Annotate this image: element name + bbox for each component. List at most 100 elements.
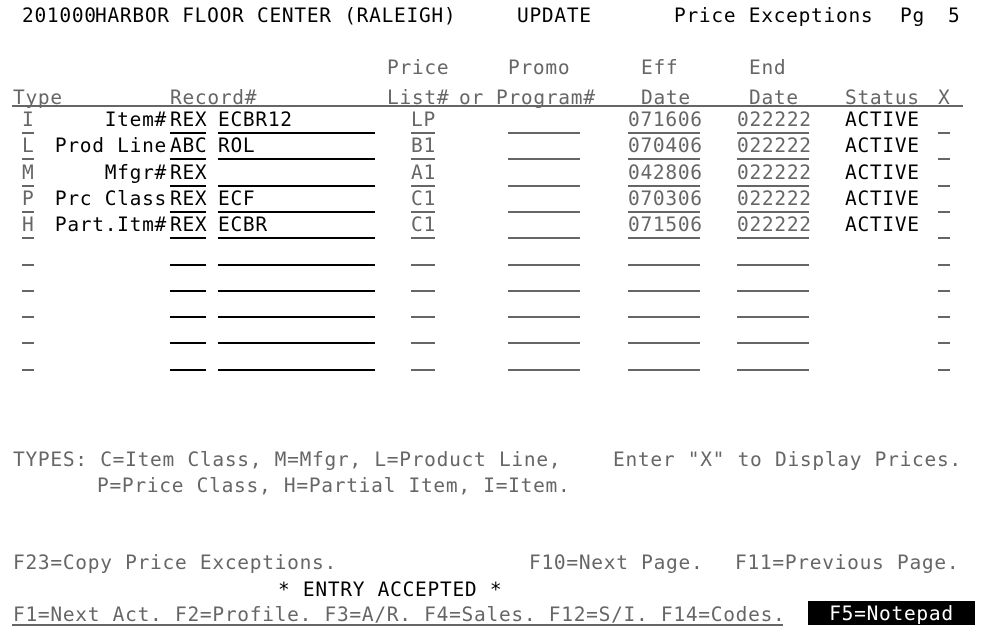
row-4-record-input[interactable]: ECBR xyxy=(218,215,268,235)
row-8-end-date-rule xyxy=(737,342,809,345)
status-message: * ENTRY ACCEPTED * xyxy=(278,578,503,601)
column-header-end: End xyxy=(749,56,787,79)
row-8-promo-rule xyxy=(508,342,580,345)
row-6-promo-rule xyxy=(508,289,580,292)
row-1-type-rule xyxy=(22,158,34,161)
row-4-prefix-input[interactable]: REX xyxy=(170,215,207,235)
page-number: 5 xyxy=(948,4,961,27)
row-4-price-list-input[interactable]: C1 xyxy=(411,215,436,235)
screen-id: 201000 xyxy=(22,4,97,27)
row-1-select-x-rule xyxy=(938,158,950,161)
row-8-type-rule xyxy=(22,342,34,345)
row-1-eff-date-rule xyxy=(628,158,700,161)
row-6-end-date-rule xyxy=(737,289,809,292)
fkey-f5-notepad-button[interactable]: F5=Notepad xyxy=(808,601,975,625)
row-7-prefix-rule xyxy=(170,316,206,319)
row-3-type-label: Prc Class xyxy=(54,186,167,210)
row-2-type-label: Mfgr# xyxy=(104,160,167,184)
row-1-promo-rule xyxy=(508,158,580,161)
row-1-status-badge: ACTIVE xyxy=(845,134,920,158)
row-8-select-x-rule xyxy=(938,342,950,345)
row-9-record-rule xyxy=(218,368,375,371)
row-7-eff-date-rule xyxy=(628,316,700,319)
row-3-eff-date-input[interactable]: 070306 xyxy=(628,188,703,209)
row-8-prefix-rule xyxy=(170,342,206,345)
row-0-type-label: Item# xyxy=(104,108,167,131)
row-5-type-rule xyxy=(22,263,34,266)
row-2-type-input[interactable]: M xyxy=(22,162,34,183)
row-4-select-x-rule xyxy=(938,237,950,240)
types-legend-line2: P=Price Class, H=Partial Item, I=Item. xyxy=(97,474,571,497)
row-3-record-input[interactable]: ECF xyxy=(218,188,255,209)
column-header-eff: Eff xyxy=(641,56,679,79)
row-8-eff-date-rule xyxy=(628,342,700,345)
row-0-prefix-input[interactable]: REX xyxy=(170,110,207,130)
row-0-eff-date-input[interactable]: 071606 xyxy=(628,110,703,130)
row-4-prefix-rule xyxy=(170,237,206,240)
row-3-select-x-rule xyxy=(938,210,950,213)
row-7-select-x-rule xyxy=(938,316,950,319)
company-name: HARBOR FLOOR CENTER (RALEIGH) xyxy=(95,4,457,27)
row-8-price-list-rule xyxy=(411,342,435,345)
row-4-record-rule xyxy=(218,237,375,240)
row-1-type-input[interactable]: L xyxy=(22,136,34,156)
page-title: Price Exceptions xyxy=(674,4,874,27)
row-2-eff-date-input[interactable]: 042806 xyxy=(628,162,703,183)
row-0-type-input[interactable]: I xyxy=(22,110,34,130)
row-1-eff-date-input[interactable]: 070406 xyxy=(628,136,703,156)
mode-indicator: UPDATE xyxy=(517,4,592,27)
row-4-end-date-input[interactable]: 022222 xyxy=(737,215,812,235)
row-9-type-rule xyxy=(22,368,34,371)
row-6-select-x-rule xyxy=(938,289,950,292)
row-0-end-date-input[interactable]: 022222 xyxy=(737,110,812,130)
row-2-end-date-input[interactable]: 022222 xyxy=(737,162,812,183)
row-1-price-list-rule xyxy=(411,158,435,161)
row-1-end-date-input[interactable]: 022222 xyxy=(737,136,812,156)
row-1-record-input[interactable]: ROL xyxy=(218,136,255,156)
fkey-bar-rule xyxy=(12,624,783,626)
row-7-price-list-rule xyxy=(411,316,435,319)
types-legend-line1: TYPES: C=Item Class, M=Mfgr, L=Product L… xyxy=(13,448,562,471)
row-9-promo-rule xyxy=(508,368,580,371)
row-1-price-list-input[interactable]: B1 xyxy=(411,136,436,156)
fkey-f10[interactable]: F10=Next Page. xyxy=(529,553,703,573)
row-2-prefix-input[interactable]: REX xyxy=(170,162,207,183)
row-9-select-x-rule xyxy=(938,368,950,371)
row-0-price-list-input[interactable]: LP xyxy=(411,110,436,130)
row-4-end-date-rule xyxy=(737,237,809,240)
row-4-eff-date-input[interactable]: 071506 xyxy=(628,215,703,235)
terminal-screen: 201000 HARBOR FLOOR CENTER (RALEIGH) UPD… xyxy=(0,0,983,633)
row-1-prefix-input[interactable]: ABC xyxy=(170,136,207,156)
row-4-price-list-rule xyxy=(411,237,435,240)
fkey-f11[interactable]: F11=Previous Page. xyxy=(735,553,959,573)
row-3-status-badge: ACTIVE xyxy=(845,186,920,210)
row-0-record-input[interactable]: ECBR12 xyxy=(218,110,293,130)
row-1-type-label: Prod Line xyxy=(54,134,167,158)
fkey-f23[interactable]: F23=Copy Price Exceptions. xyxy=(13,553,337,573)
row-6-prefix-rule xyxy=(170,289,206,292)
row-3-type-input[interactable]: P xyxy=(22,188,34,209)
row-5-eff-date-rule xyxy=(628,263,700,266)
row-9-price-list-rule xyxy=(411,368,435,371)
row-2-price-list-input[interactable]: A1 xyxy=(411,162,436,183)
row-3-end-date-input[interactable]: 022222 xyxy=(737,188,812,209)
row-7-promo-rule xyxy=(508,316,580,319)
row-1-prefix-rule xyxy=(170,158,206,161)
row-9-prefix-rule xyxy=(170,368,206,371)
row-0-promo-rule xyxy=(508,132,580,134)
row-9-eff-date-rule xyxy=(628,368,700,371)
row-4-type-input[interactable]: H xyxy=(22,215,34,235)
row-3-prefix-input[interactable]: REX xyxy=(170,188,207,209)
page-label: Pg xyxy=(900,4,925,27)
row-7-type-rule xyxy=(22,316,34,319)
row-4-eff-date-rule xyxy=(628,237,700,240)
row-6-type-rule xyxy=(22,289,34,292)
row-6-record-rule xyxy=(218,289,375,292)
row-3-price-list-input[interactable]: C1 xyxy=(411,188,436,209)
fkey-bar[interactable]: F1=Next Act. F2=Profile. F3=A/R. F4=Sale… xyxy=(13,605,786,625)
row-5-end-date-rule xyxy=(737,263,809,266)
row-8-record-rule xyxy=(218,342,375,345)
row-9-end-date-rule xyxy=(737,368,809,371)
row-4-type-rule xyxy=(22,237,34,240)
row-4-type-label: Part.Itm# xyxy=(54,213,167,237)
